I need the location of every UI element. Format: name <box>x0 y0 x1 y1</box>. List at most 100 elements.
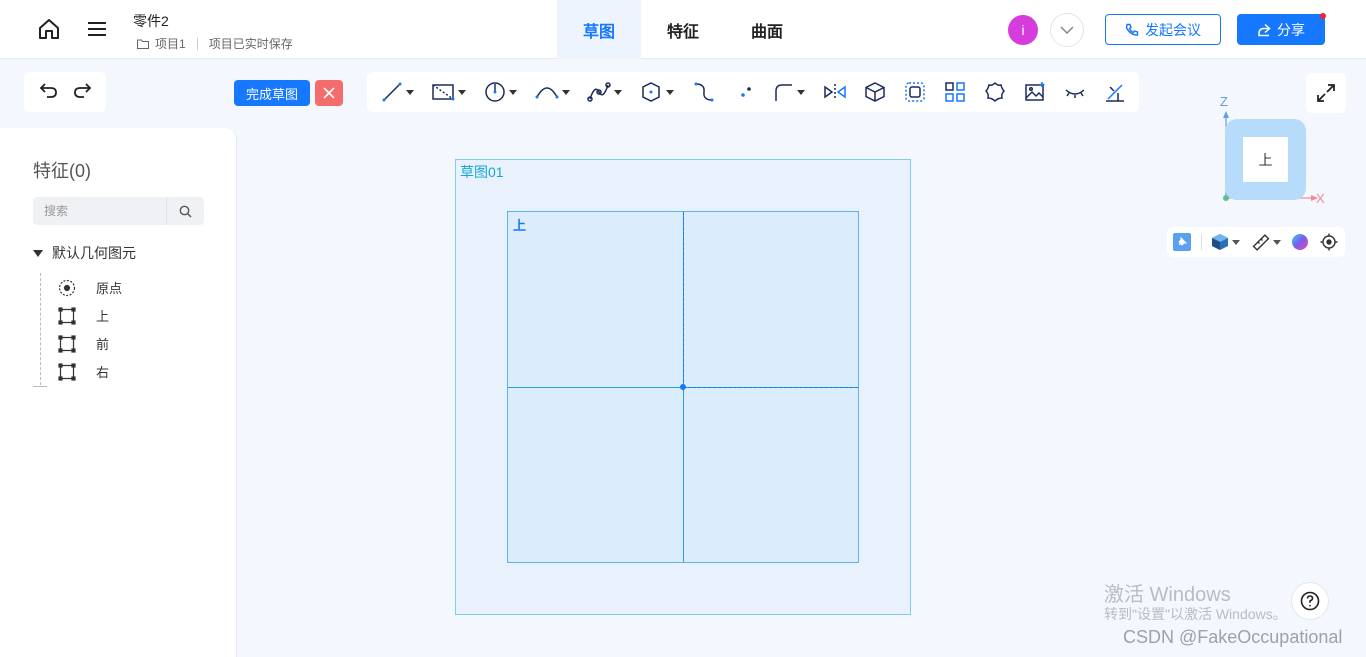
fillet-icon <box>775 84 792 101</box>
save-status: 项目已实时保存 <box>208 37 293 51</box>
chevron-down-icon[interactable] <box>1273 239 1281 245</box>
fillet-tool[interactable] <box>772 80 805 104</box>
help-button[interactable] <box>1291 582 1329 620</box>
finish-sketch-button[interactable]: 完成草图 <box>234 80 310 106</box>
flower-icon <box>984 81 1006 103</box>
chevron-down-icon[interactable] <box>406 89 414 95</box>
plane-icon <box>58 334 76 353</box>
chevron-down-icon[interactable] <box>562 89 570 95</box>
arc-tool[interactable] <box>535 80 570 104</box>
view-toolbar <box>1167 227 1345 257</box>
avatar[interactable]: i <box>1008 15 1038 45</box>
search-icon[interactable] <box>167 197 204 225</box>
circle-tool[interactable] <box>484 80 517 104</box>
display-mode-button[interactable] <box>1211 232 1240 252</box>
tree-item-label: 右 <box>96 365 110 380</box>
phone-icon <box>1125 23 1139 36</box>
extrude-tool[interactable] <box>864 80 886 104</box>
chevron-down-icon[interactable] <box>666 89 674 95</box>
chevron-down-icon[interactable] <box>458 89 466 95</box>
point-tool[interactable] <box>735 80 757 104</box>
chevron-down-icon[interactable] <box>1050 13 1084 47</box>
notification-dot <box>1320 13 1326 19</box>
cube-icon <box>1212 234 1228 250</box>
search-input[interactable] <box>33 197 166 225</box>
activation-watermark-text: 转到"设置"以激活 Windows。 <box>1104 606 1287 622</box>
chevron-down-icon[interactable] <box>614 89 622 95</box>
axis-z-label: Z <box>1220 94 1228 109</box>
line-icon <box>382 82 402 102</box>
mirror-icon <box>824 84 846 100</box>
pin-icon[interactable] <box>1173 232 1191 252</box>
tree-group-label: 默认几何图元 <box>52 245 136 261</box>
target-icon[interactable] <box>1320 232 1338 252</box>
tab-surface[interactable]: 曲面 <box>725 0 809 59</box>
tree-item-origin[interactable]: 原点 <box>58 278 122 297</box>
plane-label: 上 <box>513 218 527 233</box>
curve-tool[interactable] <box>693 80 715 104</box>
top-header: 零件2 项目1 项目已实时保存 草图 特征 曲面 i 发起会议 分享 <box>0 0 1366 59</box>
image-icon <box>1025 82 1045 101</box>
redo-icon[interactable] <box>72 80 92 105</box>
line-tool[interactable] <box>381 80 414 104</box>
tree-item-label: 前 <box>96 337 110 352</box>
cancel-sketch-button[interactable] <box>315 80 343 106</box>
project-name[interactable]: 项目1 <box>155 35 186 52</box>
share-button[interactable]: 分享 <box>1237 14 1325 45</box>
mirror-tool[interactable] <box>823 80 847 104</box>
ruler-icon <box>1252 234 1270 251</box>
origin-point[interactable] <box>680 384 686 390</box>
view-cube[interactable]: 上 <box>1225 119 1306 200</box>
eye-closed-icon <box>1065 89 1085 98</box>
view-cube-face[interactable]: 上 <box>1243 137 1288 182</box>
document-title[interactable]: 零件2 <box>133 11 169 31</box>
undo-icon[interactable] <box>39 80 59 105</box>
rectangle-tool[interactable] <box>431 80 466 104</box>
tree-guide-line <box>40 273 41 385</box>
feature-panel: 特征(0) 默认几何图元 原点 上 前 右 <box>0 128 237 657</box>
chevron-down-icon[interactable] <box>509 89 517 95</box>
polygon-tool[interactable] <box>639 80 674 104</box>
start-meeting-button[interactable]: 发起会议 <box>1105 14 1221 45</box>
tree-item-label: 上 <box>96 309 110 324</box>
chevron-down-icon[interactable] <box>1232 239 1240 245</box>
dimension-tool[interactable] <box>1104 80 1126 104</box>
fullscreen-button[interactable] <box>1306 73 1346 113</box>
tree-item-label: 原点 <box>96 281 123 296</box>
expand-icon <box>1317 84 1335 102</box>
panel-title: 特征(0) <box>33 161 91 181</box>
color-icon[interactable] <box>1291 232 1309 252</box>
shape-tool[interactable] <box>984 80 1006 104</box>
tab-sketch[interactable]: 草图 <box>557 0 641 59</box>
folder-icon <box>137 39 149 49</box>
mode-tabs: 草图 特征 曲面 <box>557 0 809 59</box>
tree-item-right-plane[interactable]: 右 <box>58 362 109 381</box>
pattern-tool[interactable] <box>944 80 966 104</box>
axis-x-label: X <box>1316 191 1325 206</box>
image-tool[interactable] <box>1024 80 1046 104</box>
hide-tool[interactable] <box>1064 80 1086 104</box>
measure-button[interactable] <box>1252 232 1281 252</box>
spline-tool[interactable] <box>587 80 622 104</box>
offset-tool[interactable] <box>904 80 926 104</box>
curve-icon <box>694 82 714 102</box>
sketch-toolbar <box>367 72 1139 112</box>
dimension-icon <box>1106 84 1124 102</box>
sketch-label: 草图01 <box>460 164 504 180</box>
home-icon[interactable] <box>36 16 62 42</box>
tab-feature[interactable]: 特征 <box>641 0 725 59</box>
tree-group-default-geometry[interactable]: 默认几何图元 <box>33 243 136 263</box>
chevron-down-icon[interactable] <box>797 89 805 95</box>
start-meeting-label: 发起会议 <box>1145 21 1201 38</box>
meta-divider <box>196 37 198 50</box>
tree-item-front-plane[interactable]: 前 <box>58 334 109 353</box>
point-icon <box>741 87 751 97</box>
offset-icon <box>905 82 925 102</box>
plane-icon <box>58 362 76 381</box>
caret-down-icon[interactable] <box>33 249 43 257</box>
top-plane[interactable]: 上 <box>507 211 859 563</box>
activation-watermark-title: 激活 Windows <box>1104 584 1231 606</box>
circle-icon <box>485 82 505 102</box>
tree-item-top-plane[interactable]: 上 <box>58 306 109 325</box>
menu-icon[interactable] <box>84 16 110 42</box>
